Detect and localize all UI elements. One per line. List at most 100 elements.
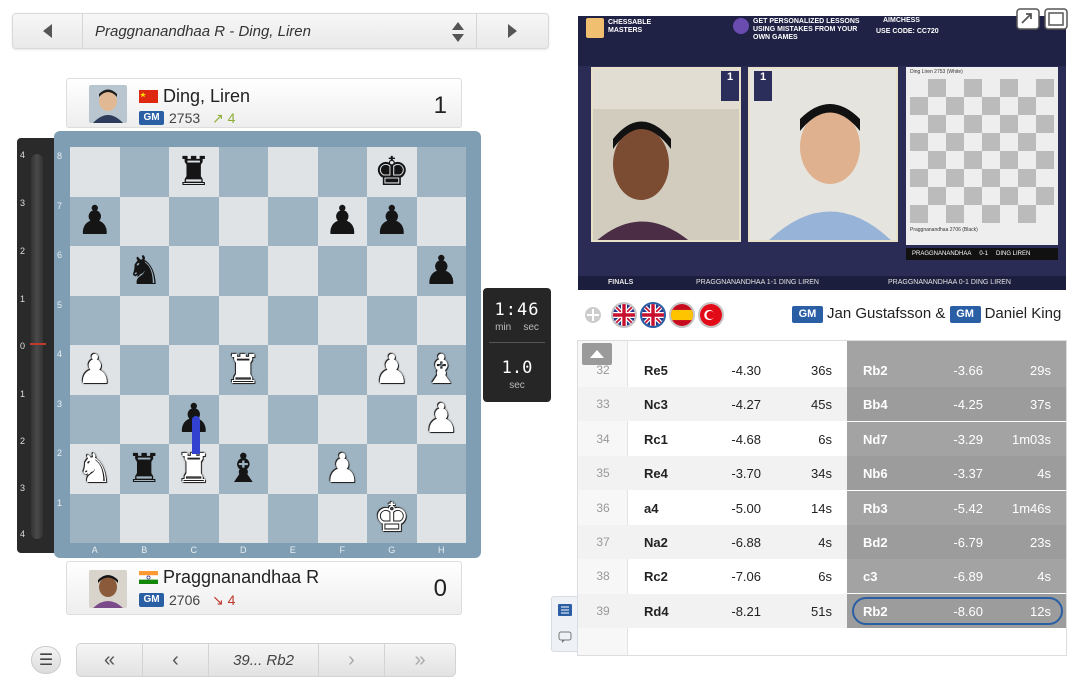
- white-move[interactable]: a4: [644, 501, 658, 516]
- square-d3[interactable]: [218, 394, 268, 444]
- white-pawn-icon[interactable]: ♟: [324, 449, 360, 489]
- square-f5[interactable]: [317, 295, 367, 345]
- square-b2[interactable]: ♜: [119, 444, 169, 494]
- square-h2[interactable]: [416, 444, 466, 494]
- white-pawn-icon[interactable]: ♟: [423, 399, 459, 439]
- square-f7[interactable]: ♟: [317, 196, 367, 246]
- video-player[interactable]: CHESSABLE MASTERS GET PERSONALIZED LESSO…: [578, 16, 1066, 290]
- square-d6[interactable]: [218, 246, 268, 296]
- previous-move-button[interactable]: ‹: [143, 644, 209, 676]
- black-knight-icon[interactable]: ♞: [126, 251, 162, 291]
- square-a6[interactable]: [70, 246, 120, 296]
- square-a5[interactable]: [70, 295, 120, 345]
- engine-toggle[interactable]: [578, 301, 608, 329]
- white-pawn-icon[interactable]: ♟: [374, 350, 410, 390]
- square-b5[interactable]: [119, 295, 169, 345]
- square-c5[interactable]: [169, 295, 219, 345]
- square-a4[interactable]: ♟: [70, 345, 120, 395]
- square-d2[interactable]: ♝: [218, 444, 268, 494]
- square-d4[interactable]: ♜: [218, 345, 268, 395]
- square-e1[interactable]: [268, 493, 318, 543]
- black-pawn-icon[interactable]: ♟: [423, 251, 459, 291]
- square-f3[interactable]: [317, 394, 367, 444]
- white-rook-icon[interactable]: ♜: [176, 449, 212, 489]
- first-move-button[interactable]: «: [77, 644, 143, 676]
- black-pawn-icon[interactable]: ♟: [374, 201, 410, 241]
- black-move-cell[interactable]: Rb2 -3.66 29s: [847, 353, 1066, 387]
- square-h6[interactable]: ♟: [416, 246, 466, 296]
- square-f2[interactable]: ♟: [317, 444, 367, 494]
- black-rook-icon[interactable]: ♜: [126, 449, 162, 489]
- square-e8[interactable]: [268, 147, 318, 197]
- square-c7[interactable]: [169, 196, 219, 246]
- chess-board[interactable]: ♜♚♟♟♟♞♟♟♜♟♝♟♟♞♜♜♝♟♚: [70, 147, 466, 543]
- white-move[interactable]: Rd4: [644, 604, 669, 619]
- black-move-cell[interactable]: Bb4 -4.25 37s: [847, 387, 1066, 422]
- black-bishop-icon[interactable]: ♝: [225, 449, 261, 489]
- previous-game-button[interactable]: [13, 14, 83, 48]
- square-h4[interactable]: ♝: [416, 345, 466, 395]
- black-move[interactable]: Rb3: [863, 501, 888, 516]
- flag-turkey-icon[interactable]: [698, 302, 724, 328]
- black-move[interactable]: c3: [863, 569, 877, 584]
- square-f1[interactable]: [317, 493, 367, 543]
- square-b8[interactable]: [119, 147, 169, 197]
- square-b7[interactable]: [119, 196, 169, 246]
- last-move-button[interactable]: »: [385, 644, 455, 676]
- square-c4[interactable]: [169, 345, 219, 395]
- square-g4[interactable]: ♟: [367, 345, 417, 395]
- white-move[interactable]: Nc3: [644, 397, 668, 412]
- black-move-cell[interactable]: Nb6 -3.37 4s: [847, 456, 1066, 491]
- square-a3[interactable]: [70, 394, 120, 444]
- square-g5[interactable]: [367, 295, 417, 345]
- white-move[interactable]: Na2: [644, 535, 668, 550]
- black-move[interactable]: Bd2: [863, 535, 888, 550]
- square-d7[interactable]: [218, 196, 268, 246]
- square-g2[interactable]: [367, 444, 417, 494]
- next-game-button[interactable]: [476, 14, 548, 48]
- game-selector[interactable]: Praggnanandhaa R - Ding, Liren: [12, 13, 549, 49]
- white-king-icon[interactable]: ♚: [374, 498, 410, 538]
- square-g8[interactable]: ♚: [367, 147, 417, 197]
- square-a8[interactable]: [70, 147, 120, 197]
- black-move[interactable]: Rb2: [863, 363, 888, 378]
- white-move[interactable]: Rc2: [644, 569, 668, 584]
- square-a2[interactable]: ♞: [70, 444, 120, 494]
- square-h5[interactable]: [416, 295, 466, 345]
- white-rook-icon[interactable]: ♜: [225, 350, 261, 390]
- square-h1[interactable]: [416, 493, 466, 543]
- black-move-cell[interactable]: Rb3 -5.42 1m46s: [847, 490, 1066, 525]
- black-move[interactable]: Nb6: [863, 466, 888, 481]
- flag-uk-icon[interactable]: [611, 302, 637, 328]
- black-move-cell[interactable]: c3 -6.89 4s: [847, 559, 1066, 594]
- square-d1[interactable]: [218, 493, 268, 543]
- black-move-cell[interactable]: Nd7 -3.29 1m03s: [847, 421, 1066, 456]
- square-e6[interactable]: [268, 246, 318, 296]
- next-move-button[interactable]: ›: [319, 644, 385, 676]
- square-h3[interactable]: ♟: [416, 394, 466, 444]
- flag-uk-selected-icon[interactable]: [640, 302, 666, 328]
- square-e4[interactable]: [268, 345, 318, 395]
- white-pawn-icon[interactable]: ♟: [77, 350, 113, 390]
- popout-icon[interactable]: [1016, 8, 1040, 30]
- white-bishop-icon[interactable]: ♝: [423, 350, 459, 390]
- square-g1[interactable]: ♚: [367, 493, 417, 543]
- square-b4[interactable]: [119, 345, 169, 395]
- square-a7[interactable]: ♟: [70, 196, 120, 246]
- square-e3[interactable]: [268, 394, 318, 444]
- white-move[interactable]: Rc1: [644, 432, 668, 447]
- black-pawn-icon[interactable]: ♟: [77, 201, 113, 241]
- square-h7[interactable]: [416, 196, 466, 246]
- square-b6[interactable]: ♞: [119, 246, 169, 296]
- white-knight-icon[interactable]: ♞: [77, 449, 113, 489]
- square-c6[interactable]: [169, 246, 219, 296]
- square-f4[interactable]: [317, 345, 367, 395]
- chat-tab[interactable]: [556, 628, 574, 646]
- square-f8[interactable]: [317, 147, 367, 197]
- white-move[interactable]: Re5: [644, 363, 668, 378]
- black-king-icon[interactable]: ♚: [374, 152, 410, 192]
- square-f6[interactable]: [317, 246, 367, 296]
- square-e7[interactable]: [268, 196, 318, 246]
- black-move[interactable]: Bb4: [863, 397, 888, 412]
- notation-tab[interactable]: [556, 601, 574, 619]
